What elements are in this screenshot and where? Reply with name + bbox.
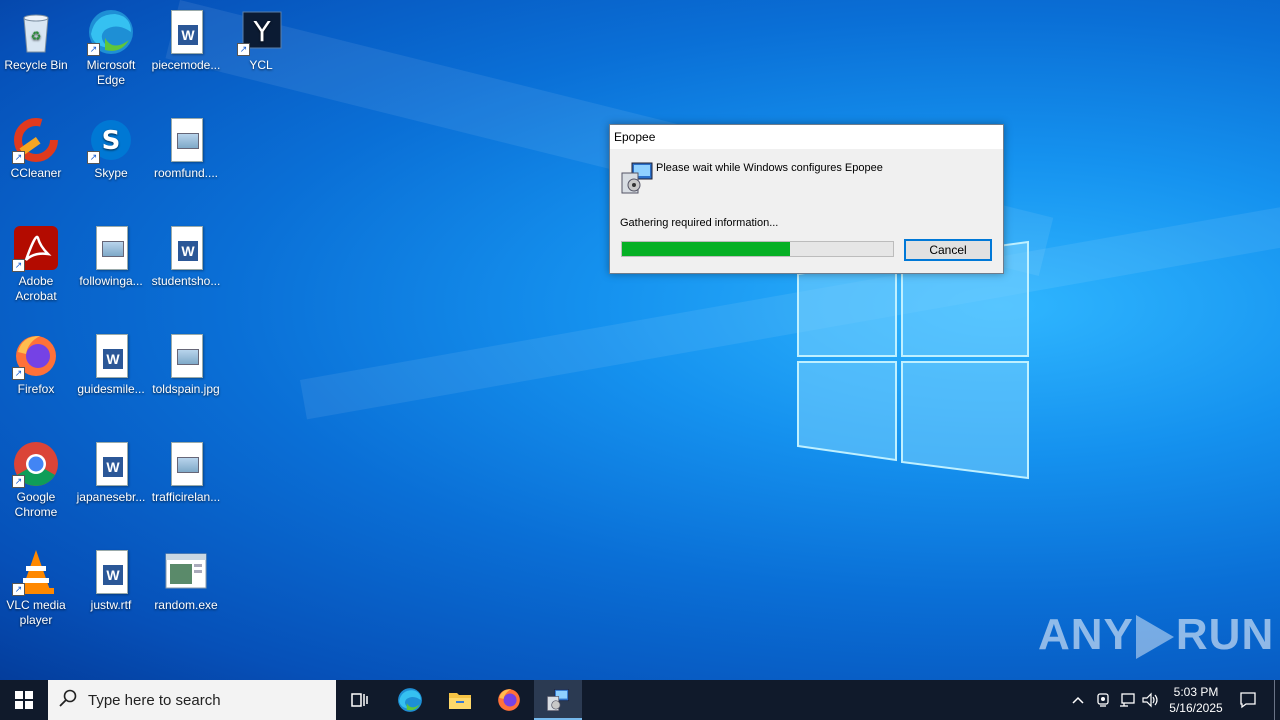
installer-icon: [547, 689, 569, 711]
vlc-icon: ↗: [12, 548, 60, 596]
image-file-icon: [87, 224, 135, 272]
dialog-status-text: Gathering required information...: [620, 217, 779, 229]
desktop-icon-vlc[interactable]: ↗ VLC media player: [0, 548, 72, 628]
taskbar-installer-button[interactable]: [534, 680, 582, 720]
word-doc-icon: W: [87, 440, 135, 488]
windows-logo-wallpaper: [797, 240, 1029, 480]
tray-network-button[interactable]: [1116, 680, 1138, 720]
desktop-icon-ycl[interactable]: Y ↗ YCL: [225, 8, 297, 73]
edge-icon: ↗: [87, 8, 135, 56]
word-doc-icon: W: [87, 548, 135, 596]
taskbar: Type here to search 5:03 PM 5/16/2025: [0, 680, 1280, 720]
svg-text:S: S: [102, 126, 121, 156]
skype-icon: S ↗: [87, 116, 135, 164]
desktop-icon-microsoft-edge[interactable]: ↗ Microsoft Edge: [75, 8, 147, 88]
svg-text:♻: ♻: [31, 29, 42, 43]
cancel-button[interactable]: Cancel: [904, 239, 992, 261]
play-logo-icon: [1135, 615, 1174, 660]
acrobat-icon: ↗: [12, 224, 60, 272]
file-explorer-icon: [449, 693, 471, 709]
action-center-button[interactable]: [1232, 680, 1264, 720]
desktop-icon-followinga[interactable]: followinga...: [75, 224, 147, 289]
taskbar-file-explorer-button[interactable]: [436, 680, 484, 720]
installer-icon: [620, 161, 654, 195]
ycl-icon: Y ↗: [237, 8, 285, 56]
speaker-icon: [1142, 692, 1158, 708]
progress-fill: [622, 242, 791, 256]
tray-device-button[interactable]: [1092, 680, 1114, 720]
image-file-icon: [162, 440, 210, 488]
word-doc-icon: W: [162, 8, 210, 56]
exe-icon: [162, 548, 210, 596]
dialog-title[interactable]: Epopee: [610, 125, 1003, 149]
desktop-icon-trafficirelan[interactable]: trafficirelan...: [150, 440, 222, 505]
desktop-icon-justw[interactable]: W justw.rtf: [75, 548, 147, 613]
word-doc-icon: W: [162, 224, 210, 272]
edge-icon: [398, 688, 422, 712]
desktop-icon-roomfund[interactable]: roomfund....: [150, 116, 222, 181]
desktop-icon-random-exe[interactable]: random.exe: [150, 548, 222, 613]
chrome-icon: ↗: [12, 440, 60, 488]
task-view-icon: [351, 693, 368, 707]
chevron-up-icon: [1072, 696, 1084, 704]
clock-time: 5:03 PM: [1173, 685, 1219, 699]
image-file-icon: [162, 332, 210, 380]
start-button[interactable]: [0, 680, 48, 720]
desktop-icon-skype[interactable]: S ↗ Skype: [75, 116, 147, 181]
clock-date: 5/16/2025: [1169, 701, 1223, 715]
recycle-bin-icon: ♻: [12, 8, 60, 56]
desktop-icon-japanesebr[interactable]: W japanesebr...: [75, 440, 147, 505]
taskbar-firefox-button[interactable]: [485, 680, 533, 720]
desktop-icon-google-chrome[interactable]: ↗ Google Chrome: [0, 440, 72, 520]
desktop-icon-adobe-acrobat[interactable]: ↗ Adobe Acrobat: [0, 224, 72, 304]
desktop-icon-firefox[interactable]: ↗ Firefox: [0, 332, 72, 397]
windows-start-icon: [15, 691, 33, 709]
desktop-icon-ccleaner[interactable]: ↗ CCleaner: [0, 116, 72, 181]
word-doc-icon: W: [87, 332, 135, 380]
firefox-icon: [498, 689, 520, 711]
tray-clock[interactable]: 5:03 PM 5/16/2025: [1164, 680, 1228, 720]
image-file-icon: [162, 116, 210, 164]
show-desktop-divider[interactable]: [1274, 680, 1275, 720]
desktop-icon-guidesmile[interactable]: W guidesmile...: [75, 332, 147, 397]
desktop-icon-studentsho[interactable]: W studentsho...: [150, 224, 222, 289]
taskbar-search-box[interactable]: Type here to search: [48, 680, 336, 720]
network-icon: [1120, 693, 1135, 707]
search-placeholder: Type here to search: [88, 691, 221, 709]
device-icon: [1097, 693, 1109, 707]
desktop-icon-recycle-bin[interactable]: ♻ Recycle Bin: [0, 8, 72, 73]
installer-dialog[interactable]: Epopee Please wait while Windows configu…: [609, 124, 1004, 274]
tray-volume-button[interactable]: [1140, 680, 1162, 720]
ccleaner-icon: ↗: [12, 116, 60, 164]
notification-icon: [1240, 692, 1256, 709]
firefox-icon: ↗: [12, 332, 60, 380]
show-hidden-icons-button[interactable]: [1068, 680, 1088, 720]
anyrun-watermark: ANY RUN: [1038, 610, 1275, 660]
search-icon: [48, 689, 88, 711]
dialog-message: Please wait while Windows configures Epo…: [656, 162, 883, 174]
install-progress-bar: [621, 241, 894, 257]
taskbar-edge-button[interactable]: [386, 680, 434, 720]
desktop-icon-toldspain[interactable]: toldspain.jpg: [150, 332, 222, 397]
desktop-icon-piecemode[interactable]: W piecemode...: [150, 8, 222, 73]
task-view-button[interactable]: [336, 680, 384, 720]
svg-text:Y: Y: [252, 15, 271, 48]
